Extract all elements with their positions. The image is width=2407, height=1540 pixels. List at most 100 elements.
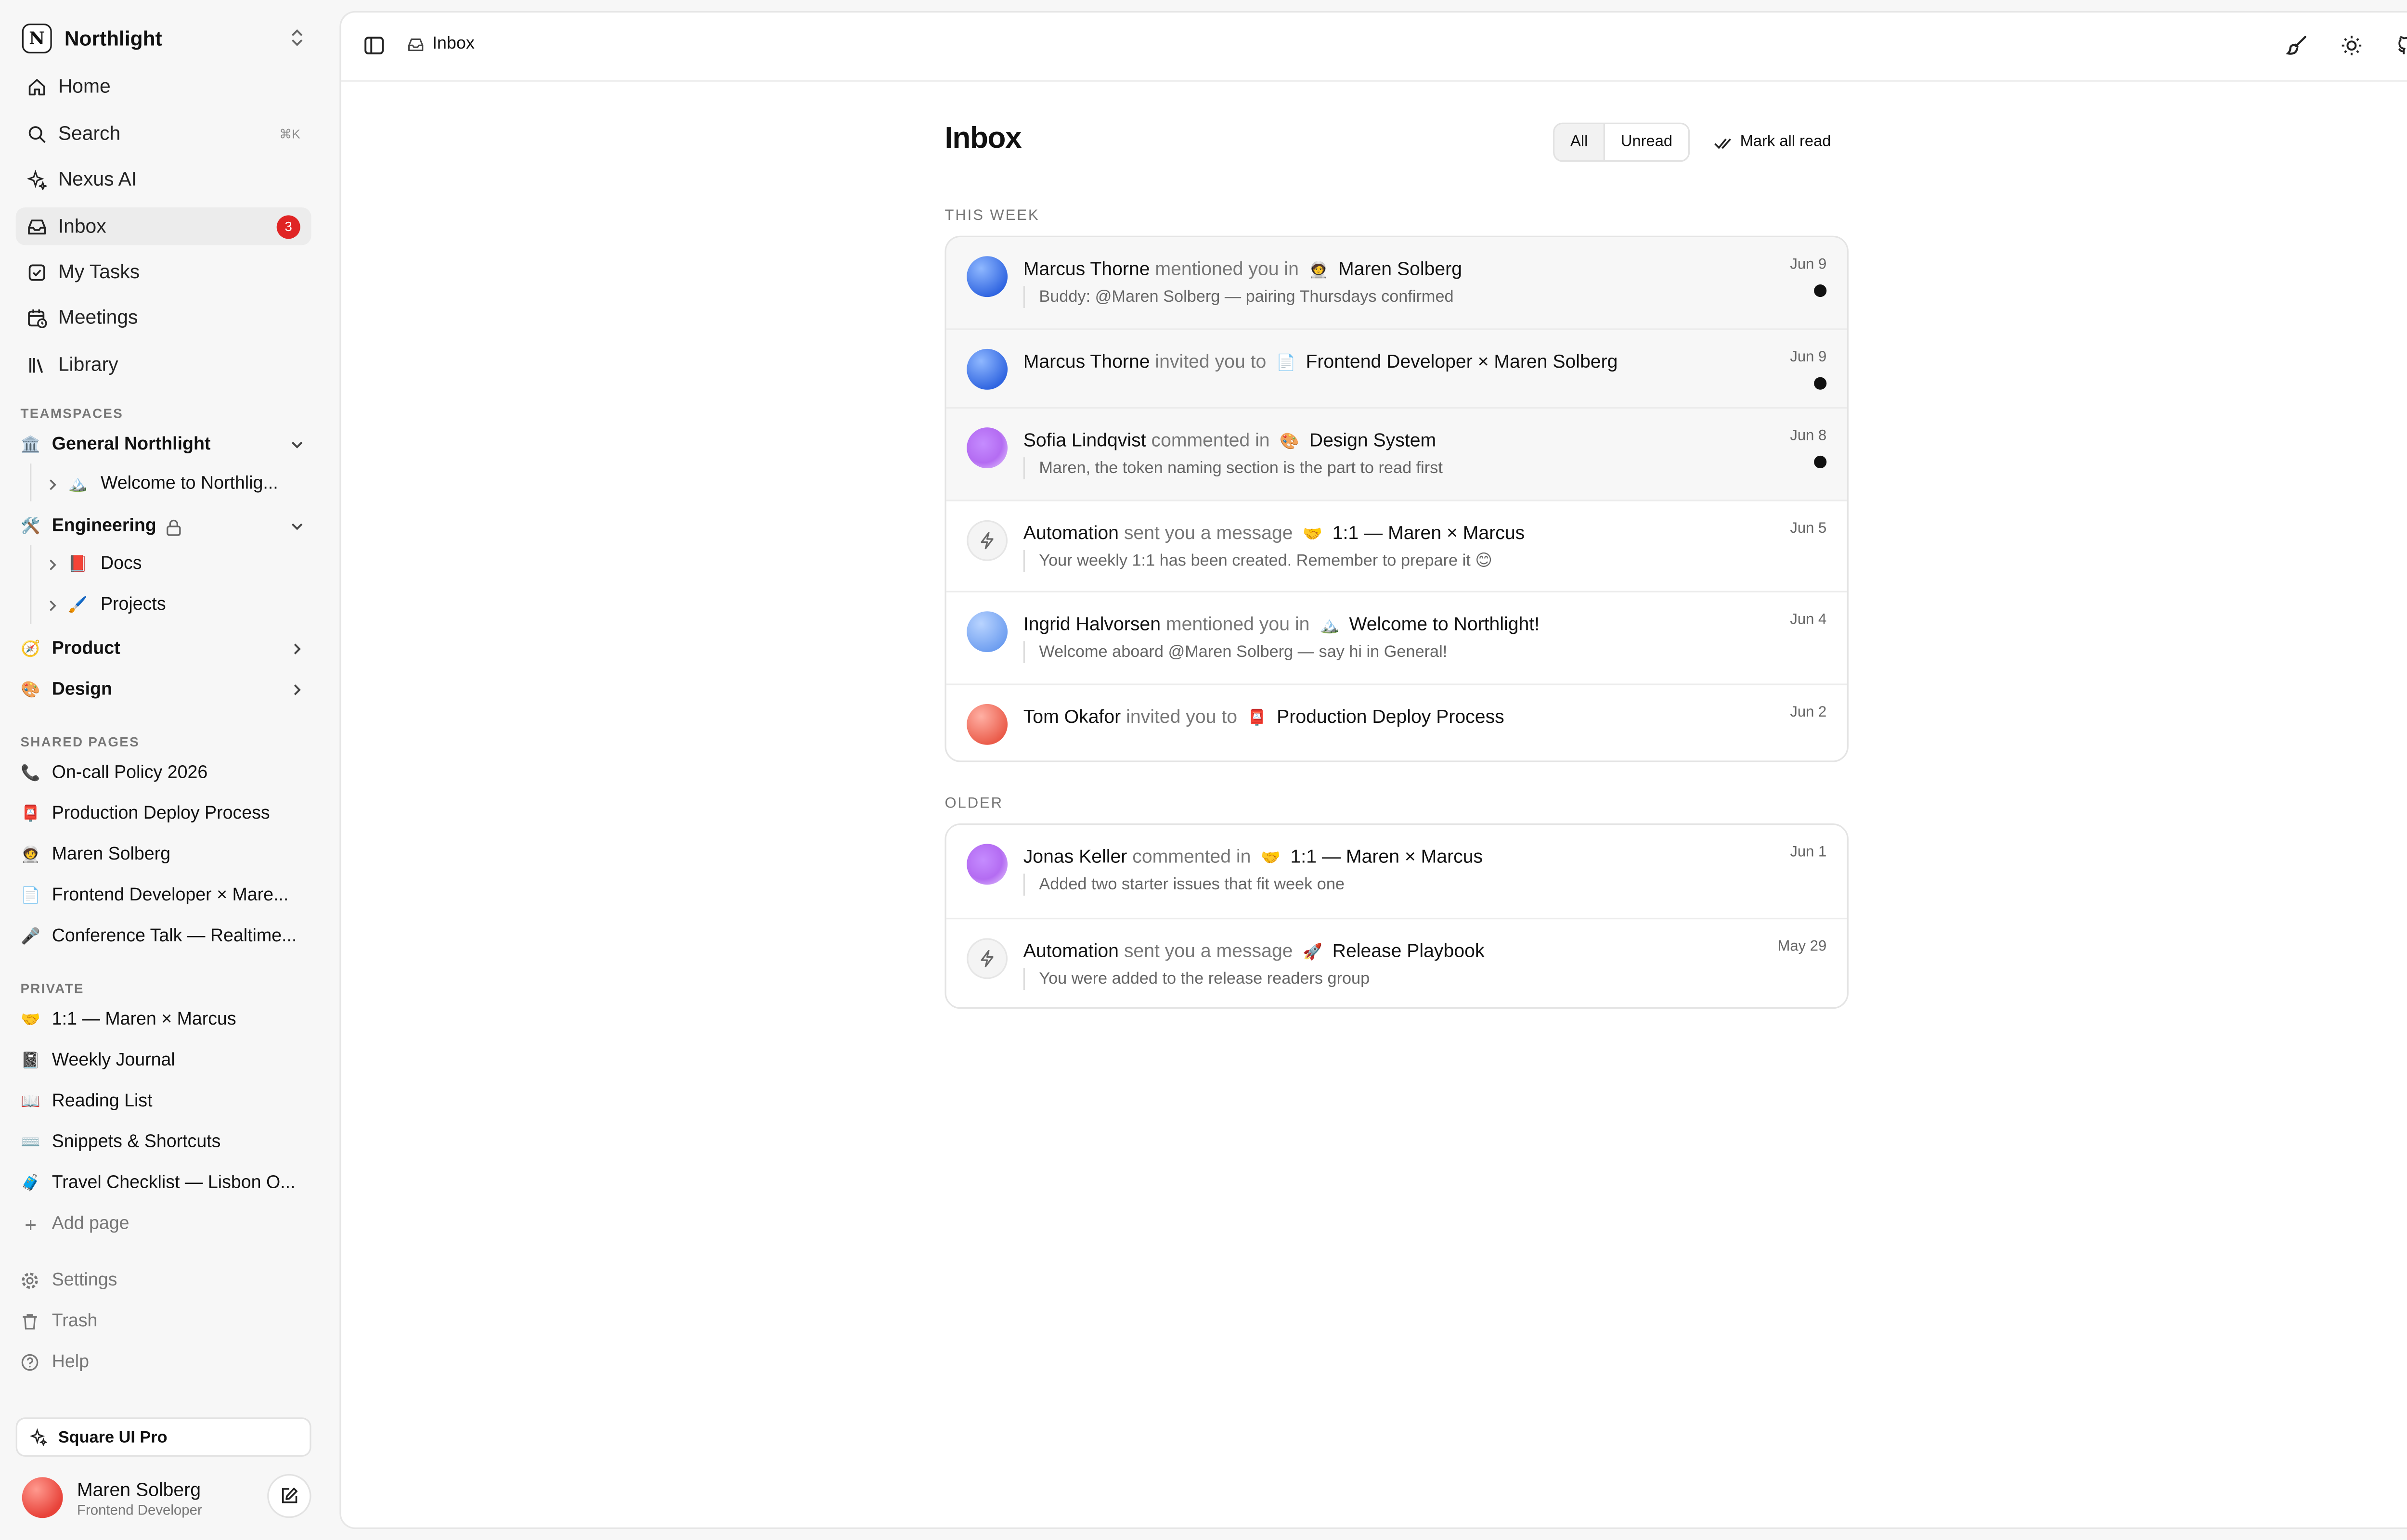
nav-my-tasks[interactable]: My Tasks [16, 253, 311, 291]
app-root: N Northlight Home Search ⌘K Nexus AI Inb… [0, 0, 2407, 1540]
notification-row[interactable]: Tom Okafor invited you to 📮 Production D… [946, 683, 1847, 760]
notification-row[interactable]: Jonas Keller commented in 🤝 1:1 — Maren … [946, 825, 1847, 918]
notification-row[interactable]: Automation sent you a message 🚀 Release … [946, 917, 1847, 1007]
shared-page[interactable]: 📞 On-call Policy 2026 [16, 756, 311, 791]
sun-icon[interactable] [2341, 35, 2363, 57]
help-link[interactable]: Help [16, 1345, 311, 1380]
notification-date: Jun 2 [1790, 704, 1827, 721]
brush-icon[interactable] [2286, 35, 2308, 57]
teamspace-product-icon: 🧭 [21, 640, 40, 658]
avatar [967, 520, 1008, 561]
private-page[interactable]: 📓 Weekly Journal [16, 1043, 311, 1078]
user-name: Maren Solberg [77, 1478, 201, 1500]
nav-library[interactable]: Library [16, 346, 311, 383]
sidebar: N Northlight Home Search ⌘K Nexus AI Inb… [0, 0, 339, 1540]
add-page-button[interactable]: + Add page [16, 1207, 311, 1242]
mark-all-read-button[interactable]: Mark all read [1713, 123, 1831, 162]
compose-button[interactable] [267, 1474, 311, 1518]
shared-page[interactable]: 🧑‍🚀 Maren Solberg [16, 837, 311, 872]
github-icon[interactable] [2395, 35, 2407, 57]
chevron-right-icon[interactable] [47, 557, 58, 571]
search-icon [25, 123, 47, 145]
shared-page[interactable]: 📄 Frontend Developer × Mare... [16, 878, 311, 913]
teamspace-design-icon: 🎨 [21, 681, 40, 699]
avatar [967, 256, 1008, 297]
workspace-name: Northlight [64, 26, 162, 50]
trash-icon [20, 1312, 39, 1331]
notification-quote: Added two starter issues that fit week o… [1023, 873, 1345, 896]
notification-row[interactable]: Marcus Thorne invited you to 📄 Frontend … [946, 328, 1847, 407]
teamspace-design[interactable]: 🎨 Design [16, 673, 311, 707]
teamspaces-heading: TEAMSPACES [20, 405, 124, 422]
chevron-right-icon[interactable] [289, 682, 305, 698]
private-page[interactable]: 🤝 1:1 — Maren × Marcus [16, 1002, 311, 1037]
page-docs[interactable]: 📕 Docs [16, 547, 311, 581]
shared-page[interactable]: 🎤 Conference Talk — Realtime... [16, 919, 311, 954]
inbox-icon [408, 38, 424, 51]
shared-page[interactable]: 📮 Production Deploy Process [16, 797, 311, 832]
library-icon [25, 354, 47, 376]
private-page[interactable]: ⌨️ Snippets & Shortcuts [16, 1125, 311, 1160]
trash-link[interactable]: Trash [16, 1304, 311, 1339]
teamspace-engineering-icon: 🛠️ [21, 517, 40, 535]
gear-icon [20, 1271, 39, 1290]
notification-date: Jun 5 [1790, 520, 1827, 538]
notification-date: Jun 4 [1790, 611, 1827, 629]
private-heading: PRIVATE [20, 980, 84, 997]
sidebar-toggle-icon[interactable] [363, 35, 385, 57]
settings-link[interactable]: Settings [16, 1263, 311, 1298]
notification-quote: Buddy: @Maren Solberg — pairing Thursday… [1023, 286, 1454, 308]
chevrons-up-down-icon [291, 29, 303, 46]
nav-search[interactable]: Search ⌘K [16, 115, 311, 152]
teamspace-engineering[interactable]: 🛠️ Engineering [16, 509, 311, 544]
nav-nexus-ai[interactable]: Nexus AI [16, 160, 311, 198]
chevron-right-icon[interactable] [47, 598, 58, 612]
notification-date: May 29 [1777, 938, 1827, 956]
nav-home[interactable]: Home [16, 67, 311, 105]
double-check-icon [1714, 138, 1731, 148]
page-welcome[interactable]: 🏔️ Welcome to Northlig... [16, 467, 311, 501]
filter-all-button[interactable]: All [1554, 124, 1605, 161]
avatar [967, 427, 1008, 469]
avatar [967, 611, 1008, 653]
notification-quote: Maren, the token naming section is the p… [1023, 457, 1443, 479]
chevron-right-icon[interactable] [289, 641, 305, 657]
unread-dot [1814, 455, 1827, 469]
notification-quote: You were added to the release readers gr… [1023, 968, 1370, 990]
plus-icon: + [25, 1212, 37, 1236]
calendar-clock-icon [25, 307, 47, 329]
avatar [967, 704, 1008, 745]
sparkle-icon [30, 1428, 47, 1446]
notification-row[interactable]: Marcus Thorne mentioned you in 🧑‍🚀 Maren… [946, 237, 1847, 329]
breadcrumb-current: Inbox [432, 34, 475, 54]
teamspace-product[interactable]: 🧭 Product [16, 632, 311, 667]
older-list: Jonas Keller commented in 🤝 1:1 — Maren … [945, 823, 1849, 1009]
shared-pages-heading: SHARED PAGES [20, 733, 140, 750]
chevron-down-icon[interactable] [289, 437, 305, 453]
notification-row[interactable]: Ingrid Halvorsen mentioned you in 🏔️ Wel… [946, 590, 1847, 684]
chevron-right-icon[interactable] [47, 477, 58, 491]
workspace-switcher[interactable]: N Northlight [22, 20, 311, 55]
unread-dot [1814, 377, 1827, 390]
breadcrumb: Inbox [407, 35, 475, 53]
avatar [967, 844, 1008, 885]
private-page[interactable]: 🧳 Travel Checklist — Lisbon O... [16, 1166, 311, 1201]
page-projects[interactable]: 🖌️ Projects [16, 588, 311, 622]
chevron-down-icon[interactable] [289, 519, 305, 535]
nav-meetings[interactable]: Meetings [16, 298, 311, 336]
older-heading: OLDER [945, 795, 1004, 813]
nav-inbox[interactable]: Inbox 3 [15, 207, 311, 245]
notification-row[interactable]: Automation sent you a message 🤝 1:1 — Ma… [946, 500, 1847, 590]
lightning-icon [981, 950, 994, 967]
main-panel: Inbox Inbox All Unread Mark all read THI… [339, 11, 2407, 1529]
filter-unread-button[interactable]: Unread [1605, 124, 1688, 160]
notification-date: Jun 9 [1790, 256, 1827, 274]
inbox-unread-badge: 3 [276, 214, 300, 238]
notification-row[interactable]: Sofia Lindqvist commented in 🎨 Design Sy… [946, 407, 1847, 500]
square-ui-pro-button[interactable]: Square UI Pro [15, 1417, 311, 1457]
teamspace-general-icon: 🏛️ [21, 436, 40, 454]
avatar [967, 348, 1008, 390]
lock-icon [167, 519, 181, 535]
teamspace-general[interactable]: 🏛️ General Northlight [16, 427, 311, 462]
private-page[interactable]: 📖 Reading List [16, 1084, 311, 1119]
